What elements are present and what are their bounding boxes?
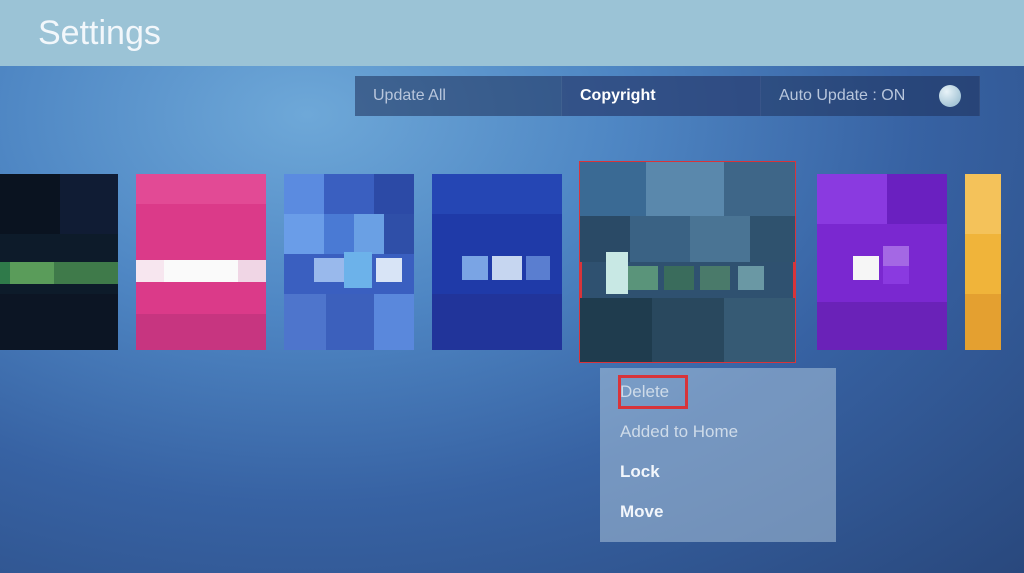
tabs-bar: Update All Copyright Auto Update : ON	[355, 76, 980, 116]
app-tile-selected[interactable]	[580, 162, 795, 362]
page-title: Settings	[38, 14, 161, 53]
tab-copyright[interactable]: Copyright	[562, 76, 761, 116]
menu-item-label: Added to Home	[620, 422, 738, 441]
context-menu: Delete Added to Home Lock Move	[600, 368, 836, 542]
app-row	[0, 162, 1024, 362]
app-tile[interactable]	[432, 174, 562, 350]
menu-item-lock[interactable]: Lock	[600, 452, 836, 492]
menu-item-added-to-home[interactable]: Added to Home	[600, 412, 836, 452]
app-tile[interactable]	[284, 174, 414, 350]
menu-item-label: Move	[620, 502, 663, 521]
menu-item-label: Delete	[620, 382, 669, 401]
menu-item-label: Lock	[620, 462, 660, 481]
tab-label: Update All	[373, 87, 446, 105]
menu-item-move[interactable]: Move	[600, 492, 836, 532]
tab-auto-update[interactable]: Auto Update : ON	[761, 76, 980, 116]
app-tile[interactable]	[0, 174, 118, 350]
app-tile[interactable]	[136, 174, 266, 350]
tab-label: Auto Update : ON	[779, 87, 905, 105]
tab-update-all[interactable]: Update All	[355, 76, 562, 116]
header-bar: Settings	[0, 0, 1024, 66]
app-tile[interactable]	[817, 174, 947, 350]
toggle-indicator-icon	[939, 85, 961, 107]
app-tile[interactable]	[965, 174, 1001, 350]
menu-item-delete[interactable]: Delete	[600, 372, 836, 412]
tab-label: Copyright	[580, 87, 656, 105]
